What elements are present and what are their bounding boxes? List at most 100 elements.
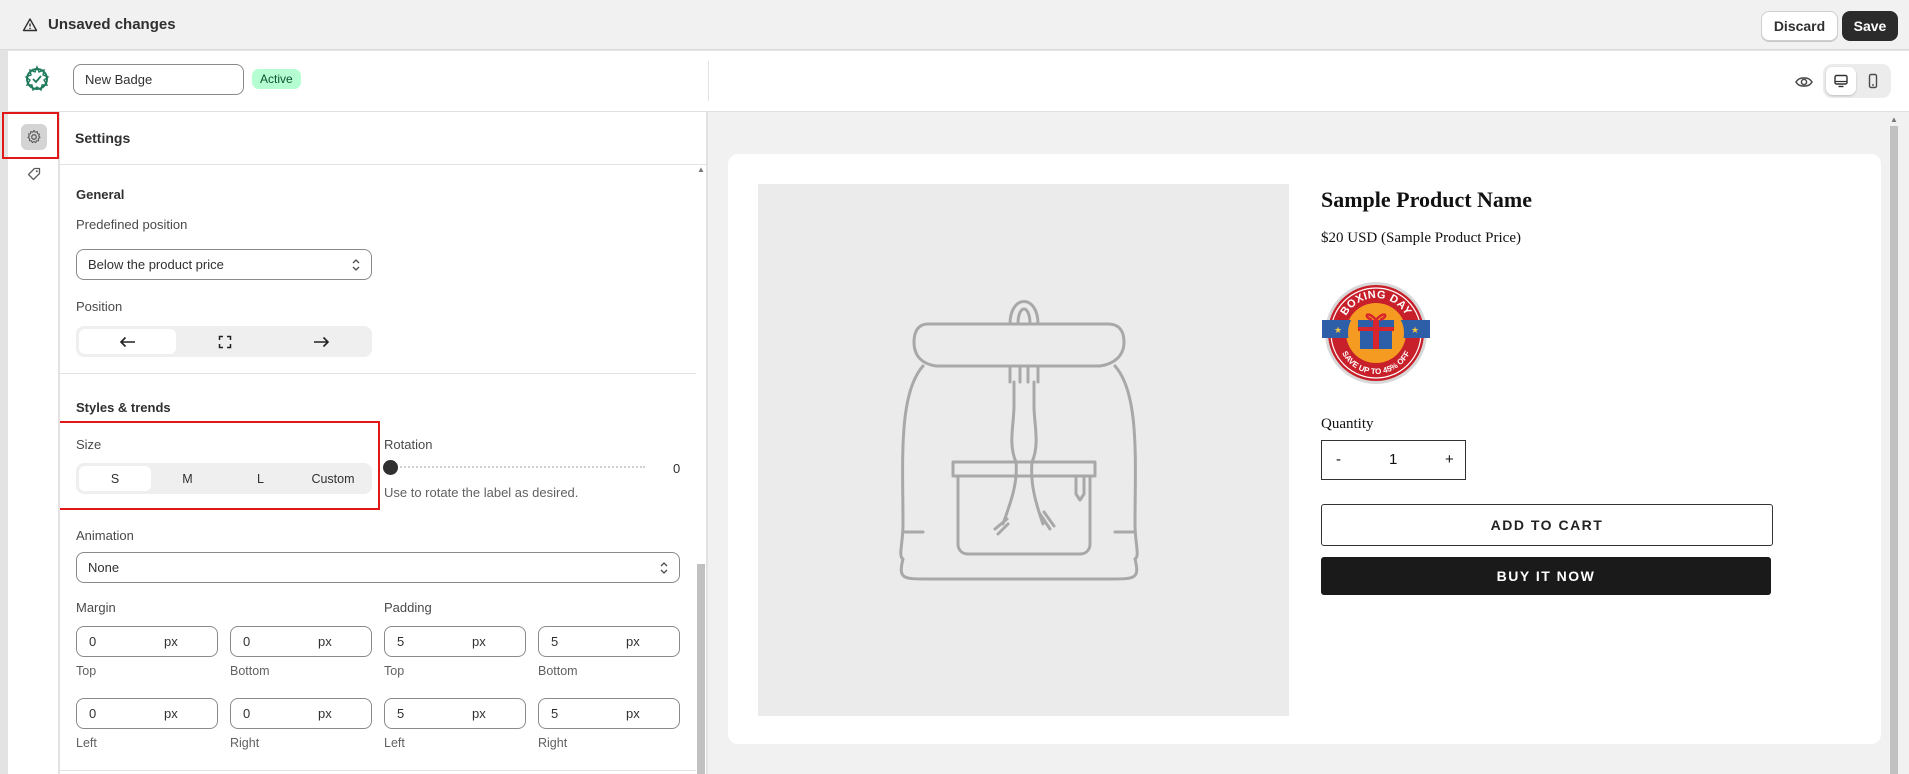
padding-bottom-value: 5 — [551, 634, 559, 649]
desktop-icon — [1834, 74, 1848, 88]
padding-bottom-unit: px — [626, 634, 640, 649]
margin-left-caption: Left — [76, 736, 97, 750]
margin-bottom-unit: px — [318, 634, 332, 649]
margin-top-input[interactable]: 0 px — [76, 626, 218, 657]
tag-icon[interactable] — [26, 166, 42, 182]
animation-value: None — [88, 560, 120, 575]
settings-panel: Settings General Predefined position Bel… — [60, 112, 707, 774]
margin-bottom-input[interactable]: 0 px — [230, 626, 372, 657]
preview-scroll-up-arrow[interactable]: ▲ — [1890, 116, 1898, 124]
padding-bottom-caption: Bottom — [538, 664, 578, 678]
rotation-label: Rotation — [384, 437, 433, 452]
quantity-stepper: - 1 + — [1321, 440, 1466, 480]
margin-left-unit: px — [164, 706, 178, 721]
header-divider — [708, 61, 709, 101]
quantity-decrease-button[interactable]: - — [1336, 451, 1341, 468]
margin-top-caption: Top — [76, 664, 97, 678]
add-to-cart-button[interactable]: ADD TO CART — [1321, 504, 1773, 546]
margin-right-value: 0 — [243, 706, 251, 721]
rotation-value: 0 — [673, 461, 681, 476]
styles-section-title: Styles & trends — [76, 400, 171, 415]
section-divider — [60, 373, 696, 374]
save-button[interactable]: Save — [1842, 11, 1898, 41]
margin-label: Margin — [76, 600, 116, 615]
predefined-position-select[interactable]: Below the product price — [76, 249, 372, 280]
position-center-button[interactable] — [176, 329, 273, 354]
scroll-up-arrow[interactable]: ▲ — [697, 166, 705, 174]
panel-title: Settings — [75, 130, 131, 146]
animation-label: Animation — [76, 528, 134, 543]
settings-scrollbar-thumb[interactable] — [697, 564, 705, 774]
margin-bottom-value: 0 — [243, 634, 251, 649]
rotation-slider-handle[interactable] — [383, 460, 398, 475]
padding-right-unit: px — [626, 706, 640, 721]
position-segmented-control — [76, 326, 372, 357]
select-chevron-icon — [660, 562, 668, 574]
padding-right-input[interactable]: 5 px — [538, 698, 680, 729]
discard-button[interactable]: Discard — [1761, 11, 1838, 41]
device-view-toggle — [1823, 64, 1891, 98]
padding-top-caption: Top — [384, 664, 405, 678]
eye-icon[interactable] — [1794, 72, 1814, 92]
padding-left-value: 5 — [397, 706, 405, 721]
rotation-help-text: Use to rotate the label as desired. — [384, 485, 579, 500]
editor-header: New Badge Active — [8, 51, 1909, 112]
position-right-button[interactable] — [273, 329, 369, 354]
padding-bottom-input[interactable]: 5 px — [538, 626, 680, 657]
position-left-button[interactable] — [79, 329, 176, 354]
backpack-icon — [899, 300, 1139, 581]
position-label: Position — [76, 299, 123, 314]
unsaved-changes-title: Unsaved changes — [48, 16, 176, 33]
predefined-position-value: Below the product price — [88, 257, 224, 272]
svg-text:★: ★ — [1334, 325, 1342, 335]
rotation-slider-track[interactable] — [389, 466, 645, 468]
margin-right-input[interactable]: 0 px — [230, 698, 372, 729]
margin-top-value: 0 — [89, 634, 97, 649]
preview-scrollbar-thumb[interactable] — [1890, 126, 1898, 774]
boxing-day-badge-icon: BOXING DAY SAVE UP TO 45% OFF ★ ★ — [1322, 282, 1430, 384]
arrow-left-icon — [119, 336, 135, 347]
arrow-right-icon — [314, 336, 330, 347]
status-badge: Active — [252, 69, 301, 89]
unsaved-changes-bar: Unsaved changes Discard Save — [0, 0, 1909, 50]
buy-it-now-button[interactable]: BUY IT NOW — [1321, 557, 1771, 595]
product-name: Sample Product Name — [1321, 187, 1533, 212]
center-focus-icon — [218, 335, 231, 348]
quantity-increase-button[interactable]: + — [1445, 451, 1454, 468]
mobile-icon — [1868, 73, 1878, 89]
padding-top-input[interactable]: 5 px — [384, 626, 526, 657]
highlight-box-size — [60, 421, 380, 510]
padding-left-caption: Left — [384, 736, 405, 750]
badge-name-input[interactable]: New Badge — [73, 64, 244, 95]
margin-left-value: 0 — [89, 706, 97, 721]
left-nav-rail — [8, 112, 59, 774]
padding-right-caption: Right — [538, 736, 568, 750]
mobile-view-button[interactable] — [1858, 67, 1888, 95]
padding-top-unit: px — [472, 634, 486, 649]
section-divider — [60, 770, 696, 771]
padding-left-unit: px — [472, 706, 486, 721]
margin-bottom-caption: Bottom — [230, 664, 270, 678]
panel-title-divider — [60, 164, 706, 165]
boxing-day-badge: BOXING DAY SAVE UP TO 45% OFF ★ ★ — [1322, 280, 1432, 386]
predefined-position-label: Predefined position — [76, 217, 188, 232]
padding-right-value: 5 — [551, 706, 559, 721]
margin-right-caption: Right — [230, 736, 260, 750]
padding-top-value: 5 — [397, 634, 405, 649]
warning-icon — [22, 18, 38, 32]
desktop-view-button[interactable] — [1826, 67, 1856, 95]
padding-left-input[interactable]: 5 px — [384, 698, 526, 729]
padding-label: Padding — [384, 600, 432, 615]
product-price: $20 USD (Sample Product Price) — [1321, 230, 1521, 246]
margin-left-input[interactable]: 0 px — [76, 698, 218, 729]
product-image-placeholder — [758, 184, 1289, 716]
animation-select[interactable]: None — [76, 552, 680, 583]
margin-right-unit: px — [318, 706, 332, 721]
general-section-title: General — [76, 187, 125, 202]
app-logo-icon — [24, 65, 50, 92]
svg-text:★: ★ — [1411, 325, 1419, 335]
quantity-label: Quantity — [1321, 416, 1374, 432]
select-chevron-icon — [352, 259, 360, 271]
quantity-value[interactable]: 1 — [1389, 451, 1397, 468]
margin-top-unit: px — [164, 634, 178, 649]
